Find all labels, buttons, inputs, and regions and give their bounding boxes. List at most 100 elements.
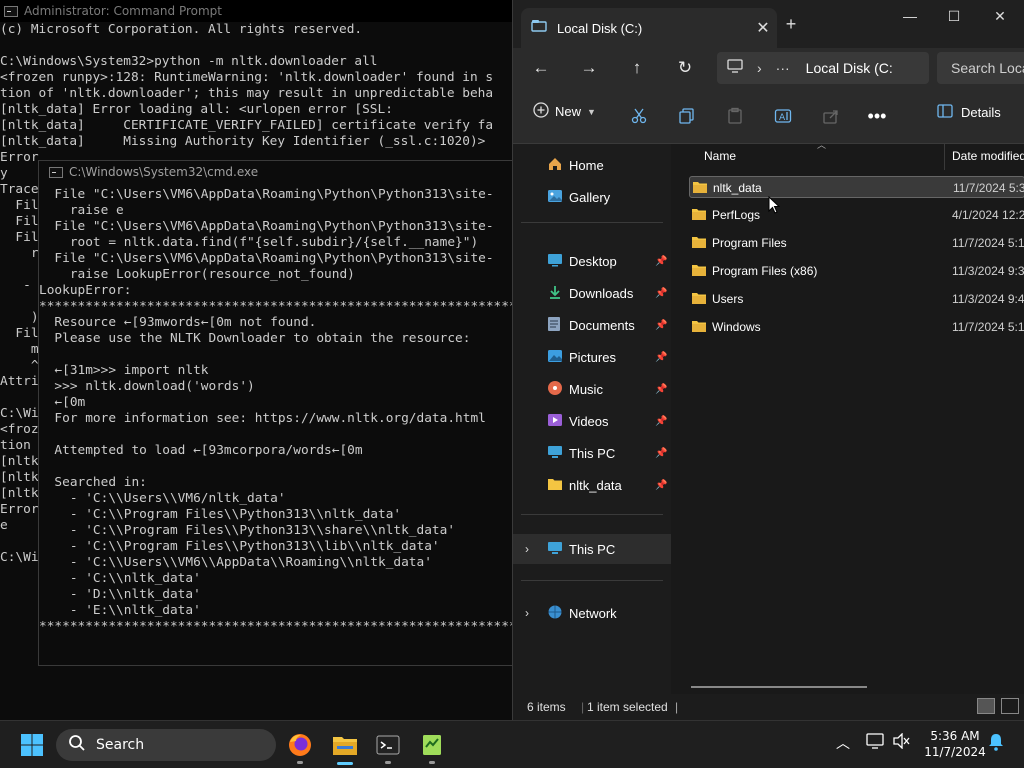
taskbar-file-explorer[interactable] [325,725,365,765]
cmd-console-line: Please use the NLTK Downloader to obtain… [39,331,471,346]
cmd-icon [4,5,18,17]
sidebar-item-desktop[interactable]: Desktop 📌 [513,246,671,276]
pictures-icon [547,348,563,367]
sidebar-item-nltk-data[interactable]: nltk_data 📌 [513,470,671,500]
chevron-up-icon[interactable]: ︿ [836,733,850,753]
admin-console-line: C:\Windows\System32>python -m nltk.downl… [0,54,378,69]
pin-icon[interactable]: 📌 [655,352,667,363]
column-name[interactable]: Name [704,149,736,163]
chevron-right-icon[interactable]: › [757,60,762,76]
up-arrow-icon[interactable]: ↑ [613,48,661,88]
details-button[interactable]: Details [937,104,1001,121]
more-path-icon[interactable]: ··· [776,60,790,76]
close-window-button[interactable]: ✕ [977,4,1023,28]
cmd-console-line: - 'E:\\nltk_data' [39,603,201,618]
tiles-view-icon[interactable] [1001,698,1019,714]
horizontal-scrollbar[interactable] [691,686,867,688]
taskbar-firefox[interactable] [280,725,320,765]
mouse-cursor-icon [768,196,780,214]
sidebar-item-home[interactable]: Home [513,150,671,180]
new-button[interactable]: New ▼ [533,102,596,121]
folder-icon [333,737,357,755]
file-row[interactable]: nltk_data 11/7/2024 5:34 [689,176,1024,198]
pin-icon[interactable]: 📌 [655,256,667,267]
file-row[interactable]: Program Files (x86) 11/3/2024 9:33 [689,260,1024,282]
cut-icon[interactable] [627,104,651,128]
computer-icon [547,541,563,558]
file-row[interactable]: PerfLogs 4/1/2024 12:20 [689,204,1024,226]
chevron-right-icon[interactable]: › [525,606,529,620]
taskbar-search[interactable]: Search [56,729,276,761]
network-status-icon[interactable] [866,733,884,753]
navigation-pane: Home Gallery Desktop 📌 Downloads 📌 Docum… [513,144,671,694]
folder-icon [547,477,563,494]
sidebar-item-network[interactable]: › Network [513,598,671,628]
cmd-exe-titlebar[interactable]: C:\Windows\System32\cmd.exe [39,161,517,183]
sidebar-item-this-pc-pinned[interactable]: This PC 📌 [513,438,671,468]
folder-icon [692,180,708,197]
cmd-console-line: root = nltk.data.find(f"{self.subdir}/{s… [39,235,479,250]
taskbar-notepad-plus[interactable] [412,725,452,765]
new-tab-button[interactable]: + [775,12,807,36]
sidebar-item-documents[interactable]: Documents 📌 [513,310,671,340]
sidebar-item-this-pc[interactable]: › This PC [513,534,671,564]
admin-cmd-titlebar[interactable]: Administrator: Command Prompt [0,0,520,22]
sidebar-item-videos[interactable]: Videos 📌 [513,406,671,436]
nav-divider [521,222,663,223]
notification-bell-icon[interactable] [988,733,1004,755]
file-name: nltk_data [713,181,762,195]
file-explorer-window[interactable]: Local Disk (C:) ✕ + — ☐ ✕ ← → ↑ ↻ › ··· … [512,0,1024,720]
pin-icon[interactable]: 📌 [655,384,667,395]
more-options-icon[interactable]: ••• [865,104,889,128]
folder-icon [691,263,707,280]
pin-icon[interactable]: 📌 [655,480,667,491]
copy-icon[interactable] [675,104,699,128]
share-icon[interactable] [819,104,843,128]
back-arrow-icon[interactable]: ← [517,48,565,88]
file-date: 11/7/2024 5:34 [953,181,1024,195]
file-row[interactable]: Windows 11/7/2024 5:17 [689,316,1024,338]
file-date: 11/3/2024 9:45 [952,292,1024,306]
folder-icon [691,235,707,252]
column-date-modified[interactable]: Date modified [952,149,1024,163]
cmd-exe-output[interactable]: File "C:\Users\VM6\AppData\Roaming\Pytho… [39,187,578,635]
cmd-console-line: File "C:\Users\VM6\AppData\Roaming\Pytho… [39,219,494,234]
tab-local-disk[interactable]: Local Disk (C:) ✕ [521,8,777,48]
maximize-button[interactable]: ☐ [931,4,977,28]
paste-icon[interactable] [723,104,747,128]
file-row[interactable]: Users 11/3/2024 9:45 [689,288,1024,310]
taskbar-terminal[interactable] [368,725,408,765]
pin-icon[interactable]: 📌 [655,288,667,299]
details-view-icon[interactable] [977,698,995,714]
pin-icon[interactable]: 📌 [655,448,667,459]
volume-muted-icon[interactable] [893,732,911,753]
forward-arrow-icon[interactable]: → [565,48,613,88]
sidebar-item-downloads[interactable]: Downloads 📌 [513,278,671,308]
search-input[interactable]: Search Loca [937,52,1024,84]
clock[interactable]: 5:36 AM 11/7/2024 [920,728,990,760]
address-path[interactable]: Local Disk (C: [806,60,893,76]
tab-close-icon[interactable]: ✕ [749,18,777,38]
sidebar-item-pictures[interactable]: Pictures 📌 [513,342,671,372]
nav-divider [521,514,663,515]
tab-title: Local Disk (C:) [557,20,643,36]
rename-icon[interactable]: A [771,104,795,128]
minimize-button[interactable]: — [887,4,933,28]
sidebar-item-music[interactable]: Music 📌 [513,374,671,404]
command-bar: New ▼ A ••• Details [513,88,1024,144]
videos-icon [547,412,563,431]
chevron-right-icon[interactable]: › [525,542,529,556]
address-bar[interactable]: › ··· Local Disk (C: [717,52,929,84]
column-divider[interactable] [944,144,945,170]
sidebar-item-gallery[interactable]: Gallery [513,182,671,212]
file-row[interactable]: Program Files 11/7/2024 5:16 [689,232,1024,254]
pin-icon[interactable]: 📌 [655,416,667,427]
desktop-icon [547,253,563,270]
cmd-exe-window[interactable]: C:\Windows\System32\cmd.exe File "C:\Use… [38,160,578,666]
svg-text:A: A [779,113,786,123]
start-button[interactable] [12,725,52,765]
cmd-console-line: raise e [39,203,124,218]
pin-icon[interactable]: 📌 [655,320,667,331]
refresh-icon[interactable]: ↻ [661,48,709,88]
network-icon [547,604,563,623]
